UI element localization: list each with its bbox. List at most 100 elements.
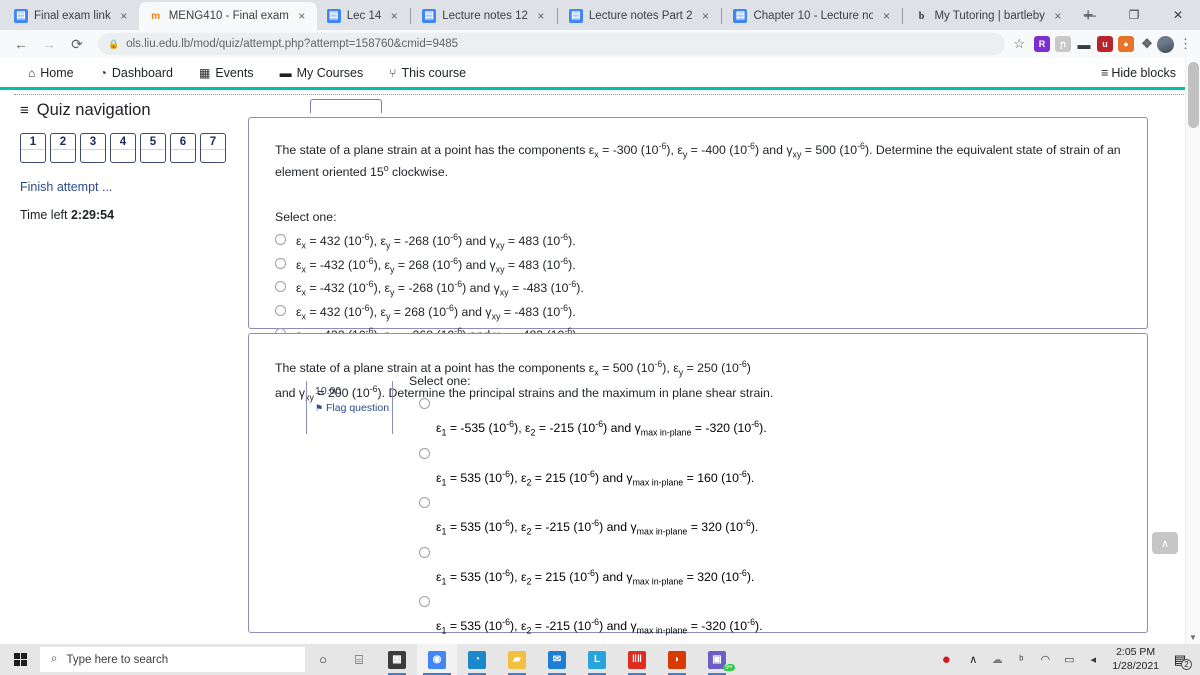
sitemap-icon: ⑂ (389, 65, 397, 80)
close-window-button[interactable]: ✕ (1156, 8, 1200, 22)
question-number-5[interactable]: 5 (140, 133, 166, 163)
taskbar-file-explorer[interactable]: ▰ (497, 644, 537, 675)
radio-button[interactable] (275, 234, 286, 246)
question-number-6[interactable]: 6 (170, 133, 196, 163)
taskbar-red-app[interactable]: ‖‖ (617, 644, 657, 675)
answer-option[interactable]: ε1 = -535 (10-6), ε2 = -215 (10-6) and γ… (409, 396, 1137, 438)
hamburger-icon[interactable]: ≡ (20, 103, 29, 118)
taskbar-messaging-app[interactable]: ▣ 9+ (697, 644, 737, 675)
tab-close-icon[interactable]: × (117, 9, 131, 23)
question-number-7[interactable]: 7 (200, 133, 226, 163)
finish-attempt-link[interactable]: Finish attempt ... (20, 180, 245, 194)
question-number-3[interactable]: 3 (80, 133, 106, 163)
microphone-icon[interactable]: ᵇ (1009, 644, 1033, 675)
cortana-icon[interactable]: ○ (305, 644, 341, 675)
answer-option[interactable]: ε1 = 535 (10-6), ε2 = -215 (10-6) and γm… (409, 594, 1137, 636)
answer-option[interactable]: εx = 432 (10-6), εy = 268 (10-6) and γxy… (249, 300, 1147, 324)
answer-option[interactable]: ε1 = 535 (10-6), ε2 = 215 (10-6) and γma… (409, 545, 1137, 586)
start-button[interactable] (0, 644, 40, 675)
question-2-options: ε1 = -535 (10-6), ε2 = -215 (10-6) and γ… (409, 396, 1137, 636)
tab-close-icon[interactable]: × (534, 9, 548, 23)
radio-button[interactable] (275, 257, 286, 269)
flag-question-label: Flag question (326, 402, 390, 414)
answer-option[interactable]: ε1 = 535 (10-6), ε2 = -215 (10-6) and γm… (409, 495, 1137, 537)
address-bar[interactable]: 🔒 ols.liu.edu.lb/mod/quiz/attempt.php?at… (98, 33, 1006, 55)
tab-close-icon[interactable]: × (879, 9, 893, 23)
moodle-nav-my-courses[interactable]: ▬ My Courses (280, 66, 364, 80)
forward-button[interactable]: → (36, 33, 62, 55)
microsoft-office-icon: ◗ (668, 650, 686, 669)
red-circle-icon[interactable]: ● (931, 644, 961, 675)
taskbar-search[interactable]: ⌕ Type here to search (40, 647, 305, 672)
back-button[interactable]: ← (8, 33, 34, 55)
notification-center-button[interactable]: ▤ 2 (1166, 644, 1194, 675)
question-number-4[interactable]: 4 (110, 133, 136, 163)
battery-icon[interactable]: ▭ (1057, 644, 1081, 675)
answer-option[interactable]: εx = -432 (10-6), εy = 268 (10-6) and γx… (249, 253, 1147, 277)
puzzle-extension[interactable]: ❖ (1139, 36, 1155, 52)
radio-button[interactable] (275, 281, 286, 293)
browser-tab[interactable]: ▤ Lec 14 × (317, 2, 410, 30)
hide-blocks-label: Hide blocks (1111, 65, 1176, 80)
tab-close-icon[interactable]: × (698, 9, 712, 23)
answer-option[interactable]: εx = -432 (10-6), εy = -268 (10-6) and γ… (249, 277, 1147, 301)
hide-blocks-button[interactable]: ≡ Hide blocks (1101, 66, 1176, 80)
moodle-nav-home[interactable]: ⌂ Home (28, 66, 74, 80)
browser-tab[interactable]: b My Tutoring | bartleby × (904, 2, 1072, 30)
browser-tab[interactable]: ▤ Lecture notes Part 2 × (559, 2, 721, 30)
tab-close-icon[interactable]: × (1051, 9, 1065, 23)
answer-option[interactable]: εx = 432 (10-6), εy = -268 (10-6) and γx… (249, 230, 1147, 254)
radio-button[interactable] (419, 497, 430, 509)
scroll-down-arrow[interactable]: ▼ (1189, 633, 1197, 642)
minimize-button[interactable]: — (1068, 8, 1112, 22)
taskbar-microsoft-edge[interactable]: ◔ (457, 644, 497, 675)
profile-avatar[interactable] (1157, 35, 1174, 53)
shield-extension[interactable]: u (1097, 36, 1113, 52)
taskbar-microsoft-office[interactable]: ◗ (657, 644, 697, 675)
browser-tab[interactable]: ▤ Final exam link × (4, 2, 139, 30)
taskbar-mail[interactable]: ✉ (537, 644, 577, 675)
radio-button[interactable] (275, 304, 286, 316)
scrollbar-thumb[interactable] (1188, 62, 1199, 128)
task-view-icon[interactable]: ⌸ (341, 644, 377, 675)
browser-menu-icon[interactable]: ⋮ (1176, 36, 1192, 52)
bartleby-icon: b (918, 10, 925, 22)
flag-question-button[interactable]: ⚑ Flag question (315, 402, 392, 415)
chevron-up-icon[interactable]: ∧ (961, 644, 985, 675)
browser-tab[interactable]: ▤ Lecture notes 12 × (412, 2, 556, 30)
dash-extension[interactable]: ▬ (1076, 36, 1092, 52)
taskbar-microsoft-store[interactable]: ▦ (377, 644, 417, 675)
volume-icon[interactable]: ◂ (1081, 644, 1105, 675)
microsoft-edge-icon: ◔ (468, 650, 486, 669)
radio-button[interactable] (419, 398, 430, 409)
moodle-nav-events[interactable]: ▦ Events (199, 66, 254, 80)
lock-icon: 🔒 (108, 38, 120, 49)
radio-button[interactable] (419, 447, 430, 459)
browser-tab[interactable]: ▤ Chapter 10 - Lecture no × (723, 2, 901, 30)
question-2-info-box: 10.00 ⚑ Flag question (306, 381, 393, 434)
moodle-nav-label: My Courses (296, 65, 364, 80)
taskbar-lastpass-app[interactable]: L (577, 644, 617, 675)
grammar-extension[interactable]: R (1034, 36, 1050, 52)
question-number-2[interactable]: 2 (50, 133, 76, 163)
taskbar-google-chrome[interactable]: ◉ (417, 644, 457, 675)
flame-extension[interactable]: ● (1118, 36, 1134, 52)
page-scrollbar[interactable]: ▼ (1185, 58, 1200, 644)
browser-tab[interactable]: m MENG410 - Final exam × (138, 2, 317, 30)
maximize-button[interactable]: ❐ (1112, 8, 1156, 22)
radio-button[interactable] (419, 546, 430, 558)
cloud-icon[interactable]: ☁ (985, 644, 1009, 675)
answer-option[interactable]: ε1 = 535 (10-6), ε2 = 215 (10-6) and γma… (409, 446, 1137, 487)
reload-button[interactable]: ⟳ (64, 33, 90, 55)
question-number-1[interactable]: 1 (20, 133, 46, 163)
tab-close-icon[interactable]: × (387, 9, 401, 23)
back-to-top-button[interactable]: ∧ (1152, 532, 1178, 554)
moodle-nav-dashboard[interactable]: ◔ Dashboard (100, 66, 173, 80)
wifi-icon[interactable]: ◠ (1033, 644, 1057, 675)
radio-button[interactable] (419, 596, 430, 608)
tab-close-icon[interactable]: × (295, 9, 309, 23)
moodle-nav-this-course[interactable]: ⑂ This course (389, 66, 466, 80)
taskbar-clock[interactable]: 2:05 PM 1/28/2021 (1105, 646, 1166, 672)
bookmark-star-icon[interactable]: ☆ (1013, 36, 1025, 52)
greyed-extension[interactable]: ր (1055, 36, 1071, 52)
